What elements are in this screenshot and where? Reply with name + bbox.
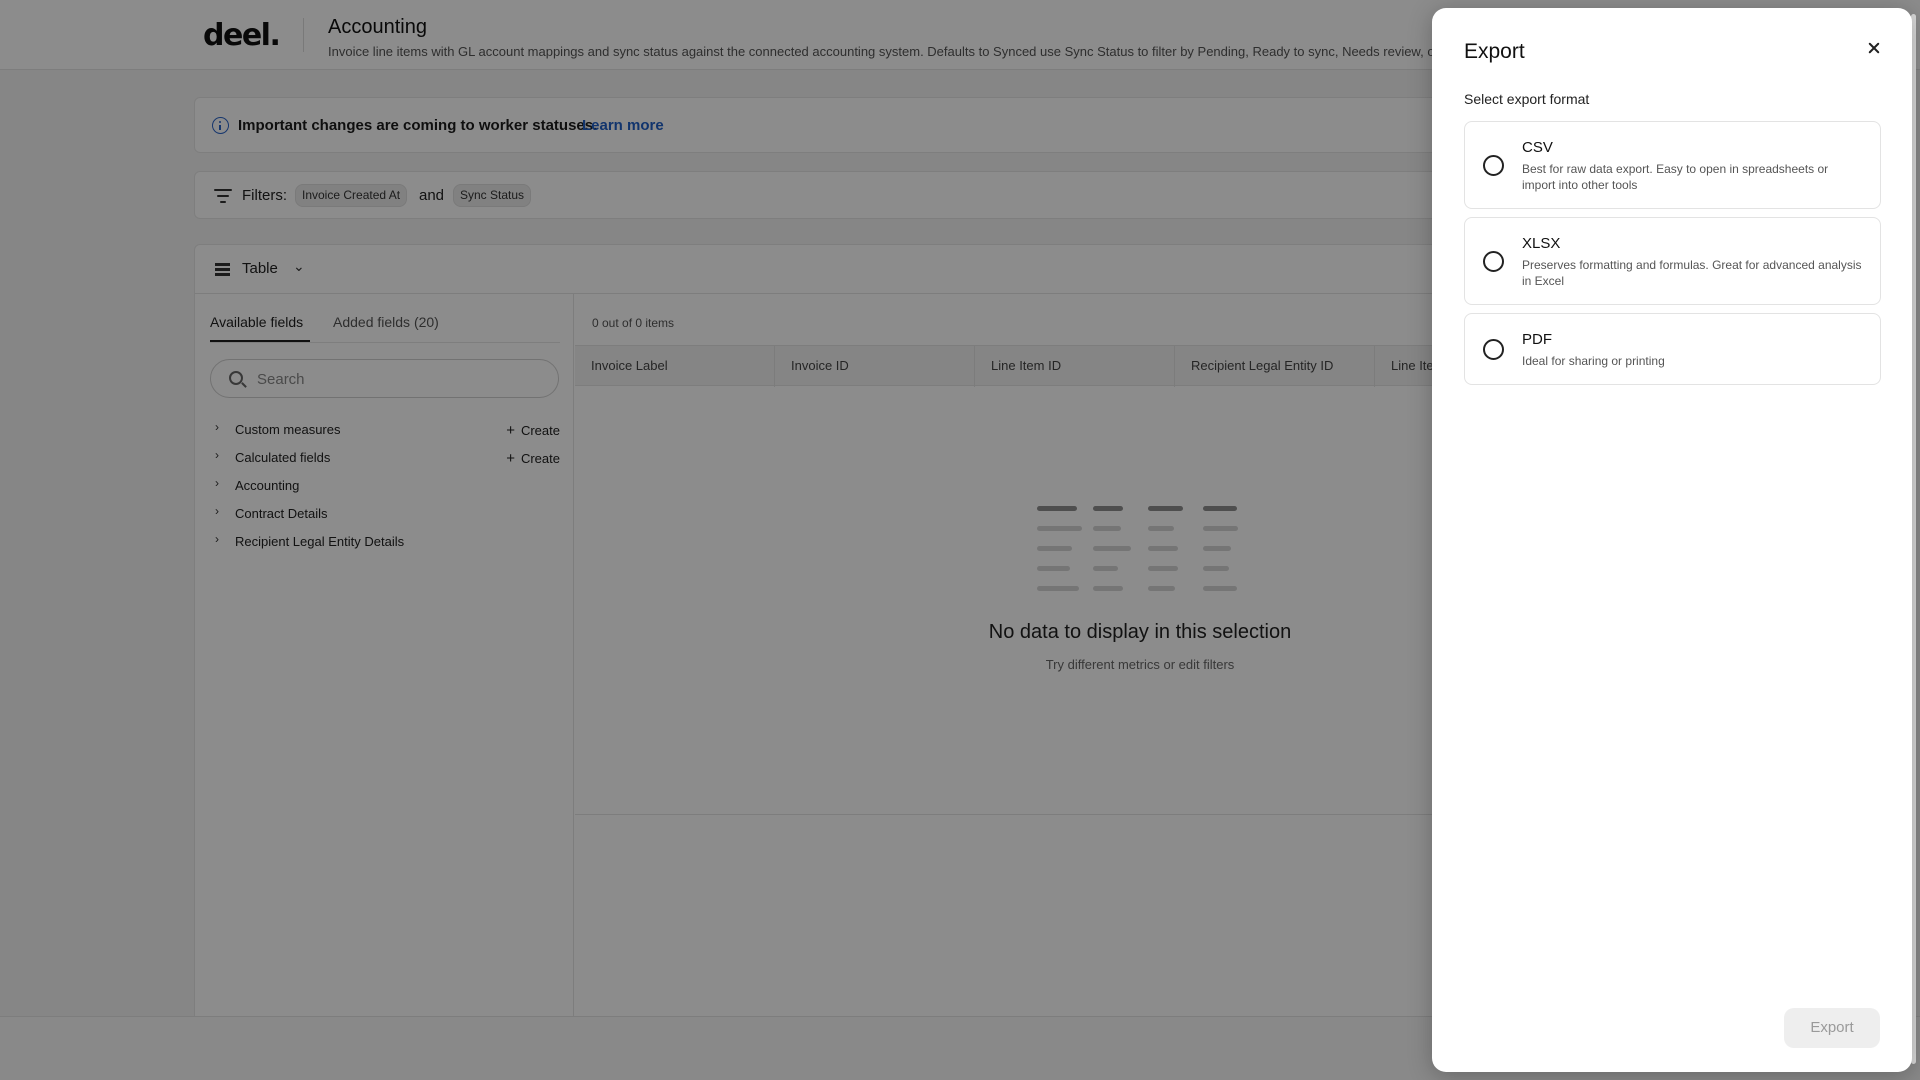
option-description: Best for raw data export. Easy to open i… [1522,162,1829,192]
option-title: CSV [1522,139,1553,156]
export-drawer: Export Select export format CSV Best for… [1432,8,1912,1072]
radio-csv[interactable] [1483,155,1504,176]
radio-pdf[interactable] [1483,339,1504,360]
export-drawer-title: Export [1464,40,1525,63]
close-icon[interactable] [1860,34,1888,62]
export-button[interactable]: Export [1784,1008,1880,1048]
export-option-csv[interactable]: CSV Best for raw data export. Easy to op… [1464,121,1881,209]
option-description: Ideal for sharing or printing [1522,354,1665,368]
export-option-pdf[interactable]: PDF Ideal for sharing or printing [1464,313,1881,385]
option-title: PDF [1522,331,1552,348]
option-description: Preserves formatting and formulas. Great… [1522,258,1862,288]
export-option-xlsx[interactable]: XLSX Preserves formatting and formulas. … [1464,217,1881,305]
export-format-label: Select export format [1464,91,1590,107]
radio-xlsx[interactable] [1483,251,1504,272]
option-title: XLSX [1522,235,1561,252]
